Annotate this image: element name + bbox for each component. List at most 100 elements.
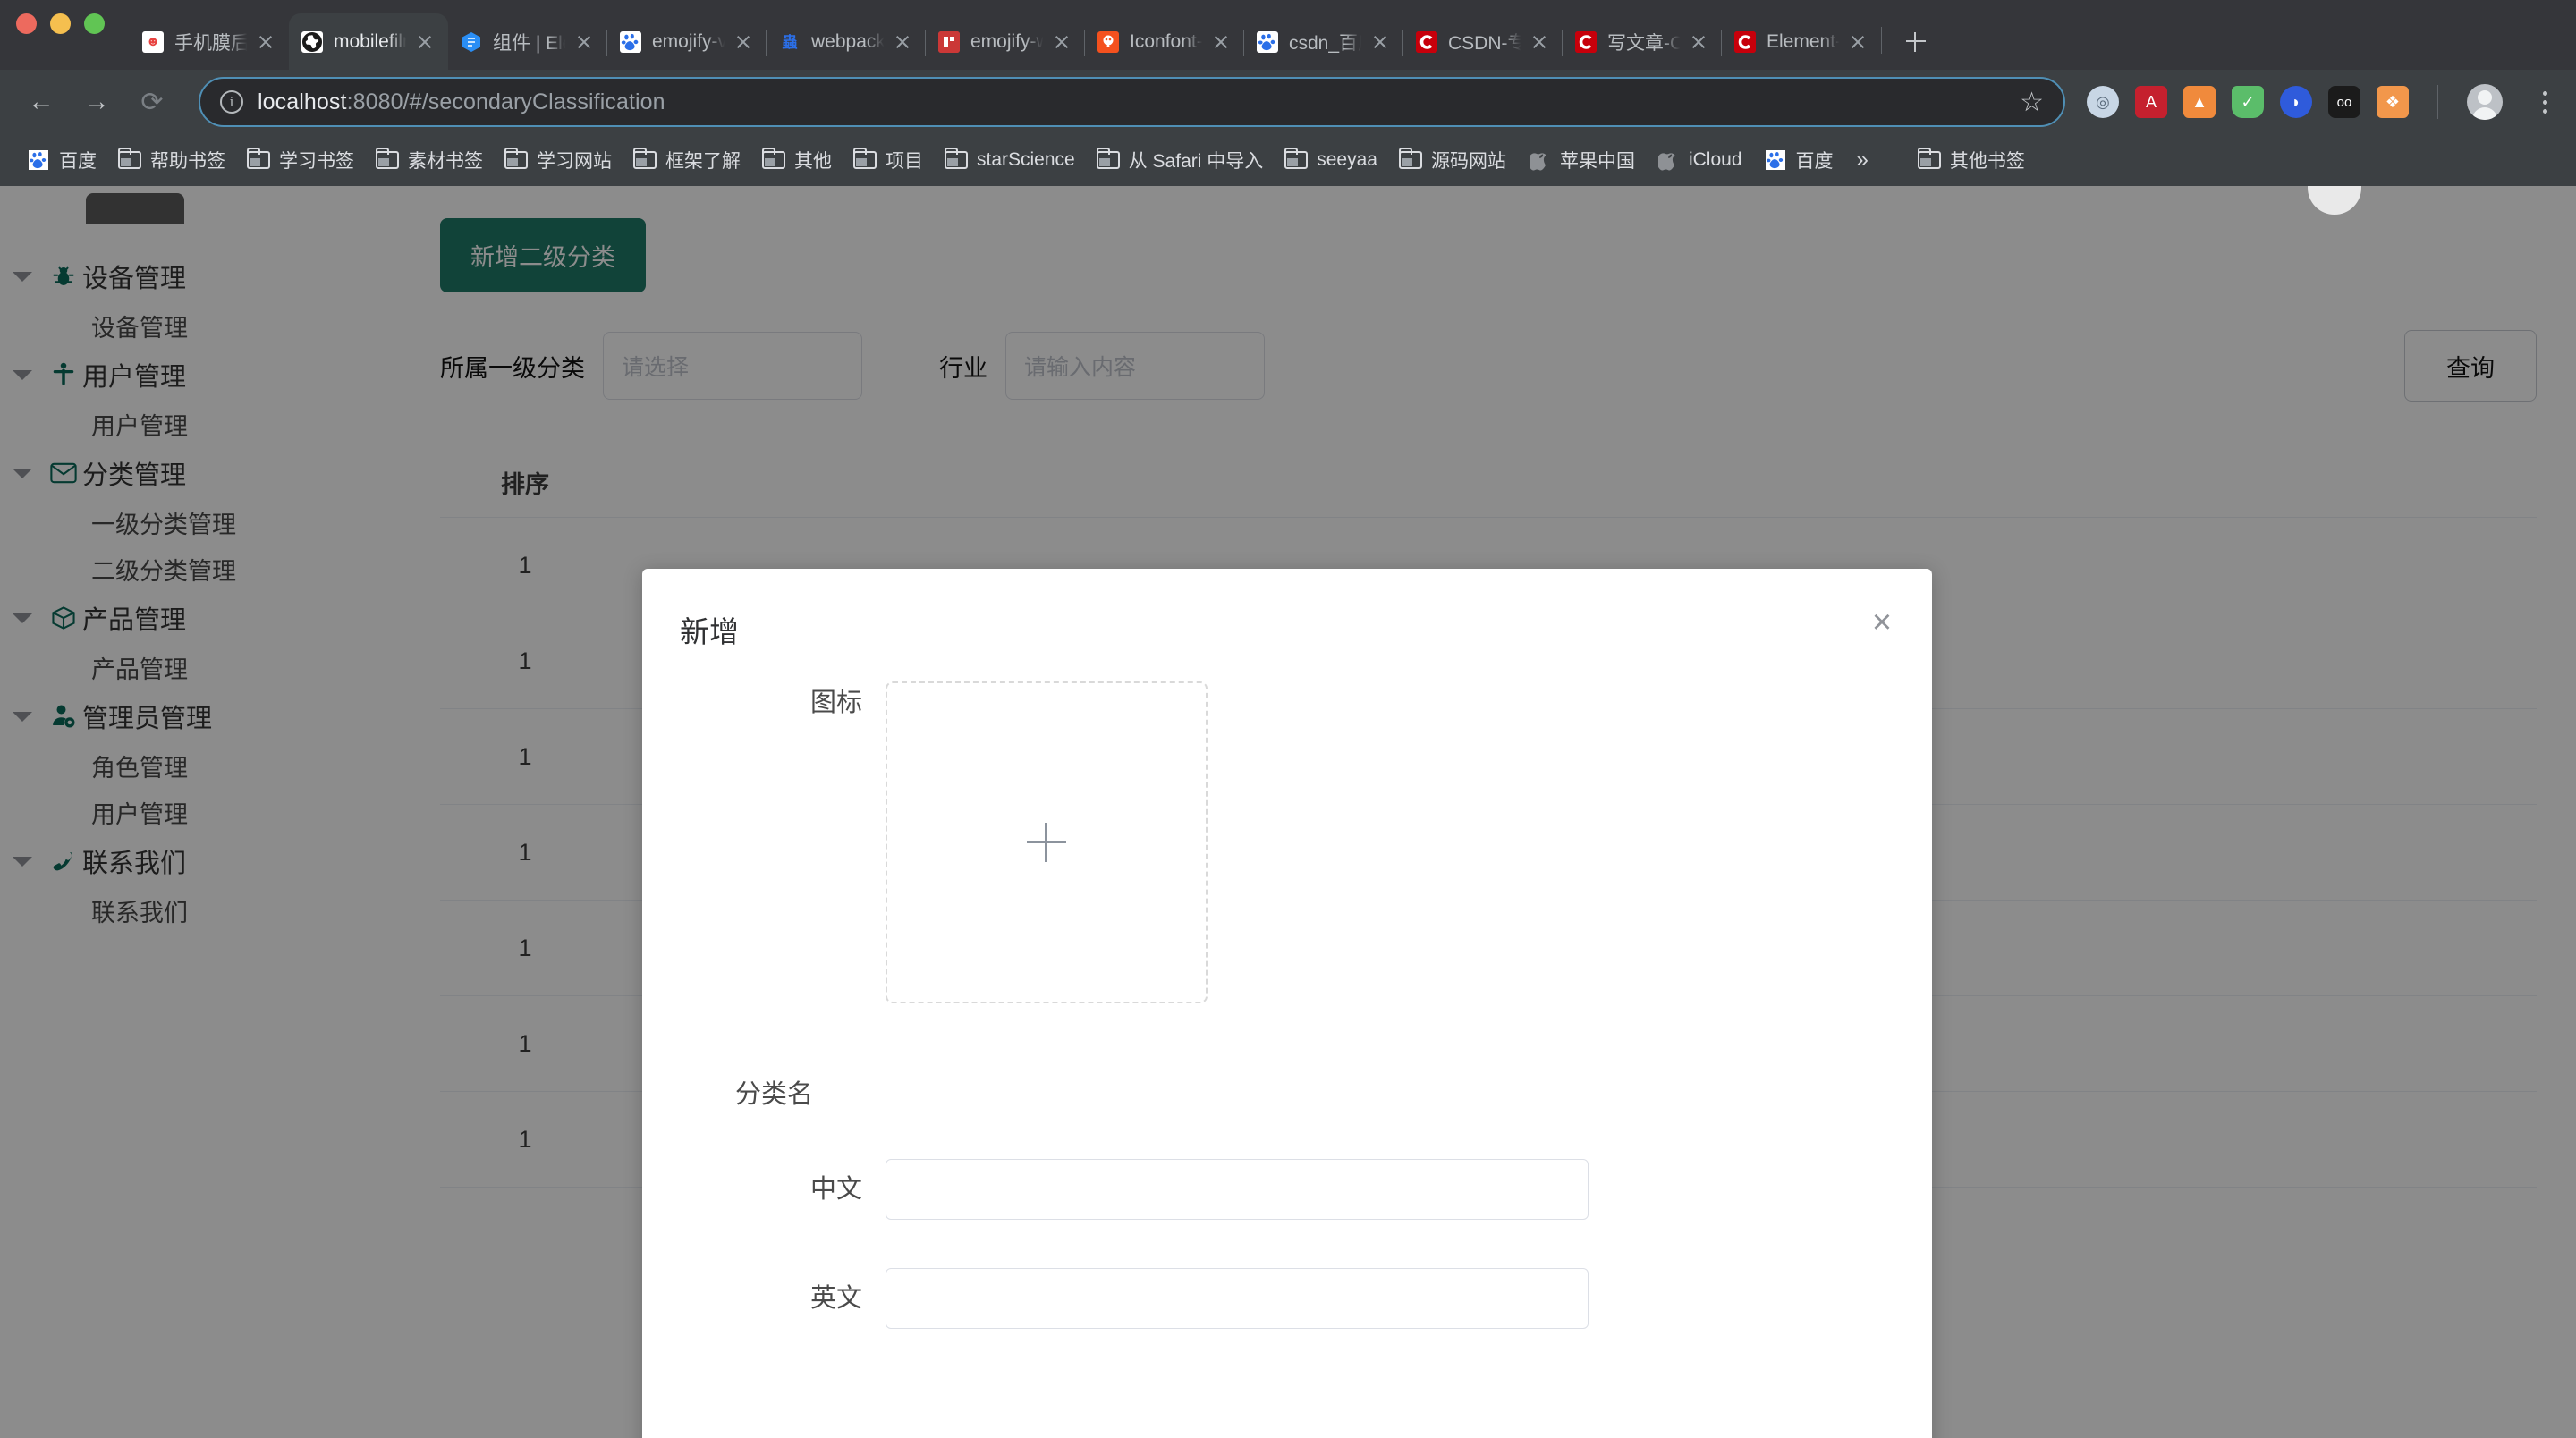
tab-title: mobilefilm	[334, 30, 409, 52]
close-tab-icon[interactable]	[731, 30, 756, 55]
element-favicon	[461, 31, 482, 53]
apple-icon	[1528, 148, 1551, 172]
bookmark-label: 框架了解	[665, 151, 741, 172]
bookmark-item[interactable]: seeyaa	[1274, 140, 1388, 180]
browser-tab-active[interactable]: mobilefilm	[289, 13, 448, 70]
bookmark-item[interactable]: 苹果中国	[1517, 140, 1646, 180]
site-info-icon[interactable]: i	[220, 90, 243, 114]
chinese-name-input[interactable]	[886, 1159, 1589, 1220]
bookmark-label: 素材书签	[408, 151, 483, 172]
csdn-favicon	[1734, 30, 1756, 53]
profile-avatar[interactable]	[2467, 84, 2503, 120]
bookmark-item[interactable]: 源码网站	[1388, 140, 1517, 180]
close-tab-icon[interactable]	[1208, 30, 1233, 55]
icon-upload-dropzone[interactable]	[886, 681, 1208, 1003]
baidu-favicon	[620, 30, 641, 53]
bookmarks-overflow-icon[interactable]: »	[1844, 148, 1881, 173]
add-category-dialog: 新增 × 图标 分类名 中文 英文	[642, 569, 1932, 1438]
bookmark-item[interactable]: 学习网站	[494, 140, 623, 180]
bookmark-label: 学习网站	[537, 151, 612, 172]
browser-tab[interactable]: CSDN-专	[1402, 13, 1563, 70]
bookmark-item[interactable]: 素材书签	[365, 140, 494, 180]
browser-tab[interactable]: ☻ 手机膜后台	[130, 13, 289, 70]
folder-icon	[1917, 148, 1941, 172]
adobe-acrobat-extension-icon[interactable]: A	[2135, 86, 2167, 118]
close-tab-icon[interactable]	[412, 30, 437, 55]
browser-tab[interactable]: csdn_百度	[1243, 13, 1403, 70]
browser-window: ☻ 手机膜后台 mobilefilm 组件 | Ele	[0, 0, 2576, 1438]
metamask-extension-icon[interactable]: ▲	[2183, 86, 2216, 118]
reload-icon[interactable]: ⟳	[129, 79, 175, 125]
dialog-title: 新增	[680, 615, 739, 648]
tab-title: emojify-w	[970, 30, 1046, 52]
baidu-favicon	[1764, 148, 1787, 172]
folder-icon	[945, 148, 968, 172]
chrome-menu-icon[interactable]	[2531, 90, 2558, 114]
bookmark-label: 源码网站	[1430, 151, 1506, 172]
phone-favicon: ☻	[142, 30, 164, 53]
tampermonkey-extension-icon[interactable]: oo	[2328, 86, 2360, 118]
bookmark-label: 学习书签	[279, 151, 354, 172]
webpack-favicon: 蟲	[779, 31, 801, 53]
baidu-favicon	[1257, 30, 1278, 53]
form-row-icon: 图标	[680, 681, 1894, 1003]
bookmarks-bar: 百度 帮助书签 学习书签 素材书签 学习网站 框架了解 其他 项目 starSc…	[0, 134, 2576, 186]
plus-icon	[1027, 823, 1066, 862]
minimize-window-button[interactable]	[50, 13, 71, 34]
folder-icon	[853, 148, 877, 172]
dialog-header: 新增 ×	[642, 569, 1932, 681]
close-tab-icon[interactable]	[1686, 30, 1711, 55]
bookmark-item[interactable]: 帮助书签	[107, 140, 236, 180]
honey-extension-icon[interactable]: ❖	[2377, 86, 2409, 118]
close-icon[interactable]: ×	[1864, 605, 1900, 642]
close-tab-icon[interactable]	[890, 30, 915, 55]
browser-tab[interactable]: 写文章-C	[1562, 13, 1722, 70]
bookmark-item[interactable]: 百度	[1753, 140, 1844, 180]
toolbar-divider	[2437, 85, 2438, 119]
bookmark-item[interactable]: 项目	[843, 140, 934, 180]
apple-icon	[1657, 148, 1680, 172]
bookmark-star-icon[interactable]: ☆	[2020, 87, 2044, 118]
english-field-label: 英文	[809, 1284, 862, 1313]
close-tab-icon[interactable]	[253, 30, 278, 55]
bookmark-label: 项目	[886, 151, 923, 172]
close-tab-icon[interactable]	[1845, 30, 1870, 55]
browser-tab[interactable]: Iconfont-	[1084, 13, 1244, 70]
adguard-extension-icon[interactable]: ✓	[2232, 86, 2264, 118]
new-tab-button[interactable]	[1896, 21, 1936, 61]
bookmark-item[interactable]: 从 Safari 中导入	[1086, 140, 1275, 180]
folder-icon	[633, 148, 657, 172]
iconfont-favicon	[1097, 30, 1119, 53]
close-tab-icon[interactable]	[1527, 30, 1552, 55]
bookmark-item[interactable]: 其他	[751, 140, 843, 180]
close-window-button[interactable]	[16, 13, 37, 34]
other-bookmarks-label: 其他书签	[1949, 151, 2025, 172]
bookmark-label: 苹果中国	[1559, 151, 1635, 172]
english-name-input[interactable]	[886, 1268, 1589, 1329]
tab-title: csdn_百度	[1289, 32, 1364, 54]
bookmark-item[interactable]: 学习书签	[236, 140, 365, 180]
browser-tab[interactable]: Element-	[1721, 13, 1881, 70]
pocket-extension-icon[interactable]: ◎	[2087, 86, 2119, 118]
tab-list: ☻ 手机膜后台 mobilefilm 组件 | Ele	[130, 0, 2576, 70]
browser-tab[interactable]: emojify-v	[606, 13, 767, 70]
bitwarden-extension-icon[interactable]: ◗	[2280, 86, 2312, 118]
other-bookmarks-item[interactable]: 其他书签	[1907, 140, 2036, 180]
close-tab-icon[interactable]	[572, 30, 597, 55]
bookmark-item[interactable]: 框架了解	[623, 140, 751, 180]
back-icon[interactable]: ←	[18, 79, 64, 125]
address-bar[interactable]: i localhost:8080/#/secondaryClassificati…	[199, 77, 2065, 127]
tab-title: 组件 | Ele	[493, 32, 568, 54]
folder-icon	[762, 148, 785, 172]
close-tab-icon[interactable]	[1049, 30, 1074, 55]
browser-tab[interactable]: emojify-w	[925, 13, 1085, 70]
maximize-window-button[interactable]	[84, 13, 105, 34]
forward-icon[interactable]: →	[73, 79, 120, 125]
url-path: :8080/#/secondaryClassification	[346, 89, 665, 114]
bookmark-item[interactable]: starScience	[934, 140, 1086, 180]
close-tab-icon[interactable]	[1368, 30, 1393, 55]
bookmark-item[interactable]: iCloud	[1646, 140, 1753, 180]
bookmark-item[interactable]: 百度	[16, 140, 107, 180]
browser-tab[interactable]: 组件 | Ele	[448, 13, 607, 70]
browser-tab[interactable]: 蟲 webpack	[766, 13, 926, 70]
